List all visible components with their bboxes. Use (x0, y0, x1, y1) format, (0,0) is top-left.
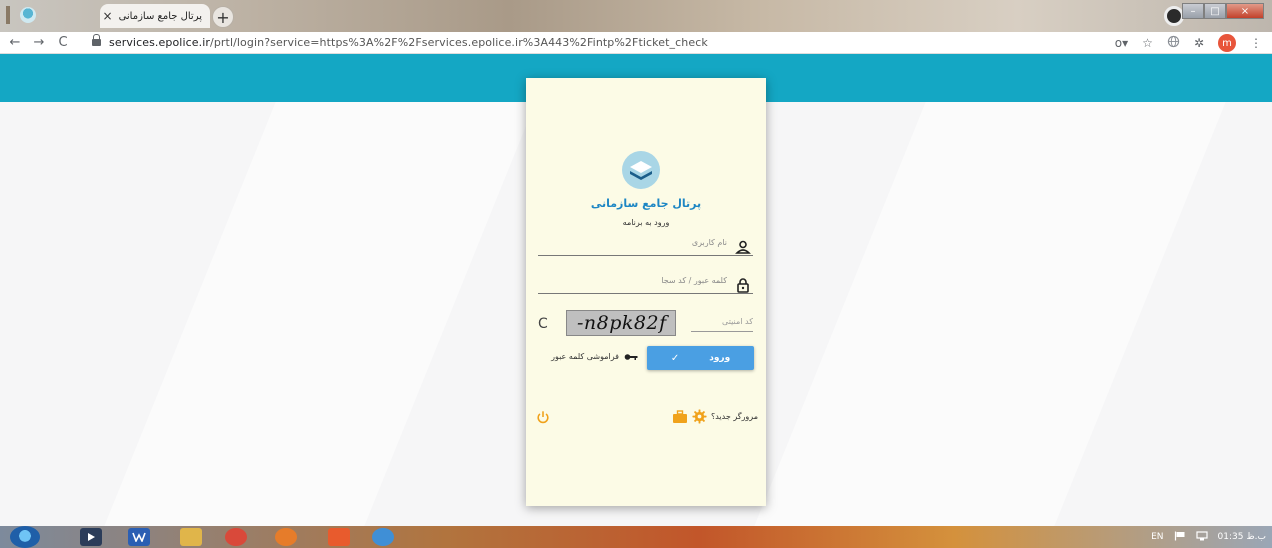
new-tab-button[interactable]: + (212, 6, 234, 28)
forgot-password-link[interactable]: فراموشی کلمه عبور (526, 352, 638, 361)
briefcase-icon[interactable] (672, 409, 688, 424)
forward-button[interactable]: → (30, 35, 48, 50)
window-menu-icon[interactable] (6, 6, 10, 24)
maximize-button[interactable]: □ (1204, 3, 1226, 19)
browser-menu-icon[interactable]: ⋮ (1250, 36, 1262, 50)
firefox-icon[interactable] (275, 528, 297, 546)
browser-tab[interactable]: پرتال جامع سازمانی × (100, 4, 210, 28)
user-icon (735, 240, 751, 254)
windows-taskbar: EN 01:35 ب.ظ (0, 526, 1272, 548)
bookmark-star-icon[interactable]: ☆ (1142, 36, 1153, 50)
tab-title: پرتال جامع سازمانی (118, 10, 202, 22)
clock[interactable]: 01:35 ب.ظ (1218, 532, 1266, 542)
gear-icon[interactable] (692, 409, 707, 424)
captcha-refresh-icon[interactable]: C (538, 316, 552, 332)
start-button[interactable] (10, 526, 40, 548)
login-card: پرتال جامع سازمانی ورود به برنامه C -n8p… (526, 78, 766, 506)
profile-indicator-icon[interactable] (1164, 6, 1184, 26)
page-viewport: پرتال جامع سازمانی ورود به برنامه C -n8p… (0, 54, 1272, 526)
file-explorer-icon[interactable] (180, 528, 202, 546)
clock-time: 01:35 (1217, 532, 1244, 542)
minimize-button[interactable]: – (1182, 3, 1204, 19)
tab-close-icon[interactable]: × (103, 9, 113, 23)
captcha-text: -n8pk82f (577, 312, 667, 334)
media-player-icon[interactable] (80, 528, 102, 546)
new-browser-label[interactable]: مرورگر جدید؟ (711, 412, 758, 421)
url-host: services.epolice.ir (109, 36, 211, 49)
captcha-image: -n8pk82f (566, 310, 676, 336)
key-icon (624, 353, 638, 360)
portal-logo (622, 151, 660, 189)
power-icon[interactable] (536, 410, 550, 424)
window-controls: – □ × (1182, 3, 1264, 19)
captcha-input[interactable] (691, 317, 753, 326)
username-input[interactable] (547, 238, 727, 247)
lock-icon[interactable] (92, 34, 101, 47)
username-field-wrapper (538, 236, 753, 256)
portal-subtitle: ورود به برنامه (622, 218, 670, 227)
check-icon: ✓ (670, 352, 680, 364)
url-path: /prtl/login?service=https%3A%2F%2Fservic… (210, 36, 708, 49)
password-key-icon[interactable]: o▾ (1115, 36, 1128, 50)
chrome-icon[interactable] (225, 528, 247, 546)
system-tray: EN 01:35 ب.ظ (1151, 526, 1266, 548)
browser-toolbar: ← → C services.epolice.ir/prtl/login?ser… (0, 32, 1272, 54)
background-stripe (104, 102, 536, 526)
padlock-icon (737, 278, 749, 293)
browser-titlebar: پرتال جامع سازمانی × + – □ × (0, 0, 1272, 32)
password-field-wrapper (538, 274, 753, 294)
captcha-field-wrapper (691, 314, 753, 332)
browser-suggestion: مرورگر جدید؟ (672, 409, 758, 424)
portal-title: پرتال جامع سازمانی (590, 197, 702, 210)
extension-globe-icon[interactable] (1167, 35, 1180, 51)
address-bar[interactable]: services.epolice.ir/prtl/login?service=h… (109, 36, 708, 49)
profile-avatar[interactable]: m (1218, 34, 1236, 52)
extensions-puzzle-icon[interactable]: ✲ (1194, 36, 1204, 50)
word-icon[interactable] (128, 528, 150, 546)
browser-favicon-icon (20, 7, 36, 23)
tray-flag-icon[interactable] (1174, 531, 1186, 544)
app-icon[interactable] (328, 528, 350, 546)
forgot-password-label: فراموشی کلمه عبور (551, 352, 619, 361)
layers-icon (630, 161, 652, 180)
clock-period: ب.ظ (1246, 532, 1266, 542)
login-button[interactable]: ورود ✓ (647, 346, 754, 370)
back-button[interactable]: ← (6, 35, 24, 50)
password-input[interactable] (547, 276, 727, 285)
internet-explorer-icon[interactable] (372, 528, 394, 546)
tray-network-icon[interactable] (1195, 530, 1208, 544)
reload-button[interactable]: C (54, 35, 72, 50)
close-window-button[interactable]: × (1226, 3, 1264, 19)
language-indicator[interactable]: EN (1151, 532, 1163, 542)
toolbar-actions: o▾ ☆ ✲ m ⋮ (1115, 32, 1262, 54)
background-stripe (754, 102, 1226, 526)
login-button-label: ورود (709, 353, 731, 363)
